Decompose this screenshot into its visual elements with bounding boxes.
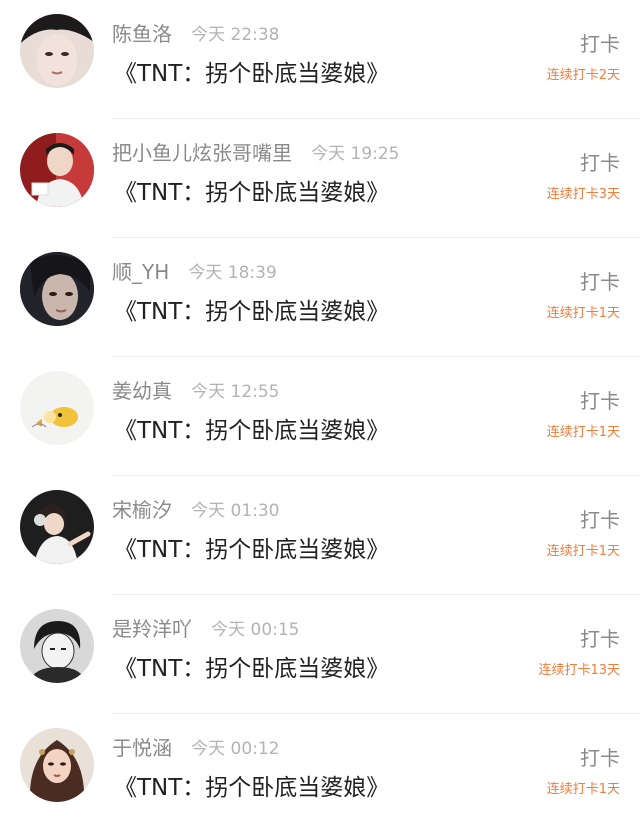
user-avatar[interactable] bbox=[20, 371, 94, 445]
post-meta: 顺_YH 今天 18:39 bbox=[112, 256, 277, 286]
checkin-button[interactable]: 打卡 bbox=[580, 147, 620, 176]
username[interactable]: 姜幼真 bbox=[112, 379, 172, 403]
avatar-image bbox=[20, 371, 94, 445]
avatar-image bbox=[20, 490, 94, 564]
list-item[interactable]: 姜幼真 今天 12:55 《TNT：拐个卧底当婆娘》 打卡 连续打卡1天 bbox=[0, 357, 640, 476]
user-avatar[interactable] bbox=[20, 609, 94, 683]
streak-label: 连续打卡3天 bbox=[546, 187, 620, 202]
user-avatar[interactable] bbox=[20, 728, 94, 802]
list-item[interactable]: 于悦涵 今天 00:12 《TNT：拐个卧底当婆娘》 打卡 连续打卡1天 bbox=[0, 714, 640, 833]
list-item[interactable]: 陈鱼洛 今天 22:38 《TNT：拐个卧底当婆娘》 打卡 连续打卡2天 bbox=[0, 0, 640, 119]
avatar-image bbox=[20, 609, 94, 683]
streak-label: 连续打卡2天 bbox=[546, 68, 620, 83]
streak-label: 连续打卡1天 bbox=[546, 544, 620, 559]
timestamp: 今天 01:30 bbox=[191, 501, 280, 521]
post-meta: 于悦涵 今天 00:12 bbox=[112, 732, 280, 762]
checkin-button[interactable]: 打卡 bbox=[580, 504, 620, 533]
avatar-image bbox=[20, 252, 94, 326]
streak-label: 连续打卡13天 bbox=[538, 663, 620, 678]
book-title[interactable]: 《TNT：拐个卧底当婆娘》 bbox=[114, 292, 389, 326]
user-avatar[interactable] bbox=[20, 14, 94, 88]
username[interactable]: 把小鱼儿炫张哥嘴里 bbox=[112, 141, 292, 165]
post-meta: 姜幼真 今天 12:55 bbox=[112, 375, 280, 405]
book-title[interactable]: 《TNT：拐个卧底当婆娘》 bbox=[114, 530, 389, 564]
timestamp: 今天 12:55 bbox=[191, 382, 280, 402]
checkin-button[interactable]: 打卡 bbox=[580, 623, 620, 652]
book-title[interactable]: 《TNT：拐个卧底当婆娘》 bbox=[114, 411, 389, 445]
username[interactable]: 是羚洋吖 bbox=[112, 617, 192, 641]
book-title[interactable]: 《TNT：拐个卧底当婆娘》 bbox=[114, 173, 389, 207]
streak-label: 连续打卡1天 bbox=[546, 782, 620, 797]
post-meta: 把小鱼儿炫张哥嘴里 今天 19:25 bbox=[112, 137, 400, 167]
avatar-image bbox=[20, 133, 94, 207]
user-avatar[interactable] bbox=[20, 133, 94, 207]
post-meta: 陈鱼洛 今天 22:38 bbox=[112, 18, 280, 48]
book-title[interactable]: 《TNT：拐个卧底当婆娘》 bbox=[114, 649, 389, 683]
list-item[interactable]: 把小鱼儿炫张哥嘴里 今天 19:25 《TNT：拐个卧底当婆娘》 打卡 连续打卡… bbox=[0, 119, 640, 238]
list-item[interactable]: 是羚洋吖 今天 00:15 《TNT：拐个卧底当婆娘》 打卡 连续打卡13天 bbox=[0, 595, 640, 714]
list-item[interactable]: 顺_YH 今天 18:39 《TNT：拐个卧底当婆娘》 打卡 连续打卡1天 bbox=[0, 238, 640, 357]
book-title[interactable]: 《TNT：拐个卧底当婆娘》 bbox=[114, 54, 389, 88]
checkin-button[interactable]: 打卡 bbox=[580, 28, 620, 57]
avatar-image bbox=[20, 14, 94, 88]
list-item[interactable]: 宋榆汐 今天 01:30 《TNT：拐个卧底当婆娘》 打卡 连续打卡1天 bbox=[0, 476, 640, 595]
username[interactable]: 陈鱼洛 bbox=[112, 22, 172, 46]
timestamp: 今天 18:39 bbox=[188, 263, 277, 283]
timestamp: 今天 00:12 bbox=[191, 739, 280, 759]
user-avatar[interactable] bbox=[20, 490, 94, 564]
checkin-feed: 陈鱼洛 今天 22:38 《TNT：拐个卧底当婆娘》 打卡 连续打卡2天 把小鱼… bbox=[0, 0, 640, 822]
username[interactable]: 顺_YH bbox=[112, 260, 169, 284]
book-title[interactable]: 《TNT：拐个卧底当婆娘》 bbox=[114, 768, 389, 802]
post-meta: 宋榆汐 今天 01:30 bbox=[112, 494, 280, 524]
timestamp: 今天 22:38 bbox=[191, 25, 280, 45]
checkin-button[interactable]: 打卡 bbox=[580, 742, 620, 771]
streak-label: 连续打卡1天 bbox=[546, 306, 620, 321]
post-meta: 是羚洋吖 今天 00:15 bbox=[112, 613, 300, 643]
timestamp: 今天 19:25 bbox=[311, 144, 400, 164]
username[interactable]: 宋榆汐 bbox=[112, 498, 172, 522]
streak-label: 连续打卡1天 bbox=[546, 425, 620, 440]
timestamp: 今天 00:15 bbox=[211, 620, 300, 640]
user-avatar[interactable] bbox=[20, 252, 94, 326]
checkin-button[interactable]: 打卡 bbox=[580, 385, 620, 414]
checkin-button[interactable]: 打卡 bbox=[580, 266, 620, 295]
username[interactable]: 于悦涵 bbox=[112, 736, 172, 760]
avatar-image bbox=[20, 728, 94, 802]
